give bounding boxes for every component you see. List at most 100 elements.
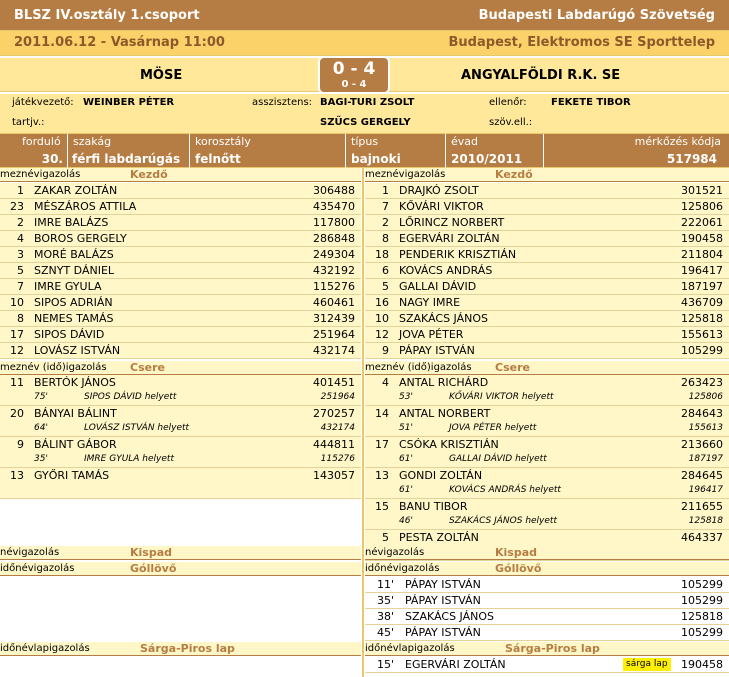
shirt-number: 9 <box>382 344 389 357</box>
section-title: Sárga-Piros lap <box>140 642 235 655</box>
player-name[interactable]: SZNYT DÁNIEL <box>34 263 114 279</box>
goal-row[interactable]: 38' SZAKÁCS JÁNOS 125818 <box>365 609 729 625</box>
player-name[interactable]: SIPOS DÁVID <box>34 327 104 343</box>
player-id: 115276 <box>313 280 355 293</box>
player-row[interactable]: 23 MÉSZÁROS ATTILA 435470 <box>0 199 361 215</box>
player-name[interactable]: DRAJKÓ ZSOLT <box>399 183 479 199</box>
player-row[interactable]: 1 ZAKAR ZOLTÁN 306488 <box>0 183 361 199</box>
goal-scorer-id: 125818 <box>681 610 723 623</box>
player-row[interactable]: 12 JOVA PÉTER 155613 <box>365 327 729 343</box>
player-name[interactable]: LŐRINCZ NORBERT <box>399 215 504 231</box>
player-name[interactable]: GALLAI DÁVID <box>399 279 476 295</box>
player-name[interactable]: NEMES TAMÁS <box>34 311 114 327</box>
player-row[interactable]: 17 SIPOS DÁVID 251964 <box>0 327 361 343</box>
goal-minute: 11' <box>377 578 395 591</box>
meta-type: típus bajnoki <box>346 134 446 168</box>
player-row[interactable]: 10 SIPOS ADRIÁN 460461 <box>0 295 361 311</box>
substitute-row[interactable]: 15 BANU TIBOR 211655 46' SZAKÁCS JÁNOS helye… <box>365 499 729 530</box>
goal-scorer[interactable]: PÁPAY ISTVÁN <box>405 577 481 593</box>
goal-scorer[interactable]: PÁPAY ISTVÁN <box>405 625 481 641</box>
shirt-number: 17 <box>375 438 389 451</box>
player-row[interactable]: 18 PENDERIK KRISZTIÁN 211804 <box>365 247 729 263</box>
player-name[interactable]: NAGY IMRE <box>399 295 460 311</box>
player-row[interactable]: 3 MORÉ BALÁZS 249304 <box>0 247 361 263</box>
col-id-label: igazolás <box>413 643 455 654</box>
player-name[interactable]: SIPOS ADRIÁN <box>34 295 113 311</box>
player-name[interactable]: GYŐRI TAMÁS <box>34 468 109 484</box>
meta-season: évad 2010/2011 <box>446 134 544 168</box>
replaced-id: 196417 <box>688 485 723 495</box>
shirt-number: 23 <box>10 200 24 213</box>
player-name[interactable]: SZAKÁCS JÁNOS <box>399 311 488 327</box>
player-name[interactable]: ZAKAR ZOLTÁN <box>34 183 117 199</box>
player-name[interactable]: KŐVÁRI VIKTOR <box>399 199 484 215</box>
substitute-row[interactable]: 11 BERTÓK JÁNOS 401451 75' SIPOS DÁVID helye… <box>0 375 361 406</box>
player-row[interactable]: 10 SZAKÁCS JÁNOS 125818 <box>365 311 729 327</box>
player-name[interactable]: JOVA PÉTER <box>399 327 463 343</box>
goal-minute: 35' <box>377 594 395 607</box>
match-datetime: 2011.06.12 - Vasárnap 11:00 <box>14 35 225 50</box>
player-id: 196417 <box>681 264 723 277</box>
player-name[interactable]: BOROS GERGELY <box>34 231 127 247</box>
player-row[interactable]: 2 IMRE BALÁZS 117800 <box>0 215 361 231</box>
player-id: 312439 <box>313 312 355 325</box>
goal-row[interactable]: 45' PÁPAY ISTVÁN 105299 <box>365 625 729 641</box>
section-header: időnév Sárga-Piros lap lapigazolás <box>365 642 729 656</box>
substitute-row[interactable]: 4 ANTAL RICHÁRD 263423 53' KŐVÁRI VIKTOR hel… <box>365 375 729 406</box>
goal-row[interactable]: 11' PÁPAY ISTVÁN 105299 <box>365 577 729 593</box>
player-row[interactable]: 8 NEMES TAMÁS 312439 <box>0 311 361 327</box>
goal-row[interactable]: 35' PÁPAY ISTVÁN 105299 <box>365 593 729 609</box>
player-row[interactable]: 2 LŐRINCZ NORBERT 222061 <box>365 215 729 231</box>
controller-name: FEKETE TIBOR <box>551 97 631 108</box>
player-id: 125806 <box>681 200 723 213</box>
player-row[interactable]: 7 KŐVÁRI VIKTOR 125806 <box>365 199 729 215</box>
player-name[interactable]: PESTA ZOLTÁN <box>399 530 479 546</box>
player-row[interactable]: 7 IMRE GYULA 115276 <box>0 279 361 295</box>
substitute-row[interactable]: 20 BÁNYAI BÁLINT 270257 64' LOVÁSZ ISTVÁN he… <box>0 406 361 437</box>
player-name[interactable]: IMRE GYULA <box>34 279 101 295</box>
type-label: típus <box>351 135 379 148</box>
player-name[interactable]: PÁPAY ISTVÁN <box>399 343 475 359</box>
shirt-number: 5 <box>382 280 389 293</box>
substitute-row[interactable]: 17 CSÓKA KRISZTIÁN 213660 61' GALLAI DÁVID h… <box>365 437 729 468</box>
player-name[interactable]: MÉSZÁROS ATTILA <box>34 199 136 215</box>
player-name[interactable]: MORÉ BALÁZS <box>34 247 114 263</box>
section-header: időnév Góllövő igazolás <box>0 562 361 576</box>
player-id: 187197 <box>681 280 723 293</box>
player-row[interactable]: 4 BOROS GERGELY 286848 <box>0 231 361 247</box>
home-team[interactable]: MÖSE <box>140 68 182 83</box>
player-row[interactable]: 1 DRAJKÓ ZSOLT 301521 <box>365 183 729 199</box>
player-name[interactable]: LOVÁSZ ISTVÁN <box>34 343 120 359</box>
goal-scorer-id: 105299 <box>681 578 723 591</box>
substitute-row[interactable]: 13 GONDI ZOLTÁN 284645 61' KOVÁCS ANDRÁS hel… <box>365 468 729 499</box>
away-team[interactable]: ANGYALFÖLDI R.K. SE <box>461 68 620 83</box>
player-row[interactable]: 16 NAGY IMRE 436709 <box>365 295 729 311</box>
section-header: meznév (idő) Csere igazolás <box>365 361 729 375</box>
player-name[interactable]: EGERVÁRI ZOLTÁN <box>399 231 500 247</box>
card-row[interactable]: 15' EGERVÁRI ZOLTÁN sárga lap 190458 <box>365 657 729 673</box>
section-header: időnév Góllövő igazolás <box>365 562 729 576</box>
player-row[interactable]: 6 KOVÁCS ANDRÁS 196417 <box>365 263 729 279</box>
player-id: 464337 <box>681 531 723 544</box>
officials-panel: játékvezető: WEINBER PÉTER asszisztens: … <box>0 94 729 134</box>
player-row[interactable]: 9 PÁPAY ISTVÁN 105299 <box>365 343 729 359</box>
referee-name: WEINBER PÉTER <box>83 97 175 108</box>
player-row[interactable]: 5 SZNYT DÁNIEL 432192 <box>0 263 361 279</box>
goal-scorer[interactable]: PÁPAY ISTVÁN <box>405 593 481 609</box>
player-row[interactable]: 5 GALLAI DÁVID 187197 <box>365 279 729 295</box>
substitute-row[interactable]: 13 GYŐRI TAMÁS 143057 <box>0 468 361 499</box>
shirt-number: 3 <box>17 248 24 261</box>
goal-scorer[interactable]: SZAKÁCS JÁNOS <box>405 609 494 625</box>
yellow-card-badge: sárga lap <box>623 658 671 671</box>
card-player-id: 190458 <box>681 658 723 671</box>
player-name[interactable]: IMRE BALÁZS <box>34 215 108 231</box>
substitute-row[interactable]: 9 BÁLINT GÁBOR 444811 35' IMRE GYULA helyett… <box>0 437 361 468</box>
player-row[interactable]: 8 EGERVÁRI ZOLTÁN 190458 <box>365 231 729 247</box>
card-player[interactable]: EGERVÁRI ZOLTÁN <box>405 657 506 673</box>
substitute-row[interactable]: 14 ANTAL NORBERT 284643 51' JOVA PÉTER helye… <box>365 406 729 437</box>
replaced-player: SZAKÁCS JÁNOS helyett <box>449 516 557 526</box>
player-name[interactable]: KOVÁCS ANDRÁS <box>399 263 492 279</box>
player-row[interactable]: 12 LOVÁSZ ISTVÁN 432174 <box>0 343 361 359</box>
col-id-label: igazolás <box>65 362 107 373</box>
player-name[interactable]: PENDERIK KRISZTIÁN <box>399 247 516 263</box>
